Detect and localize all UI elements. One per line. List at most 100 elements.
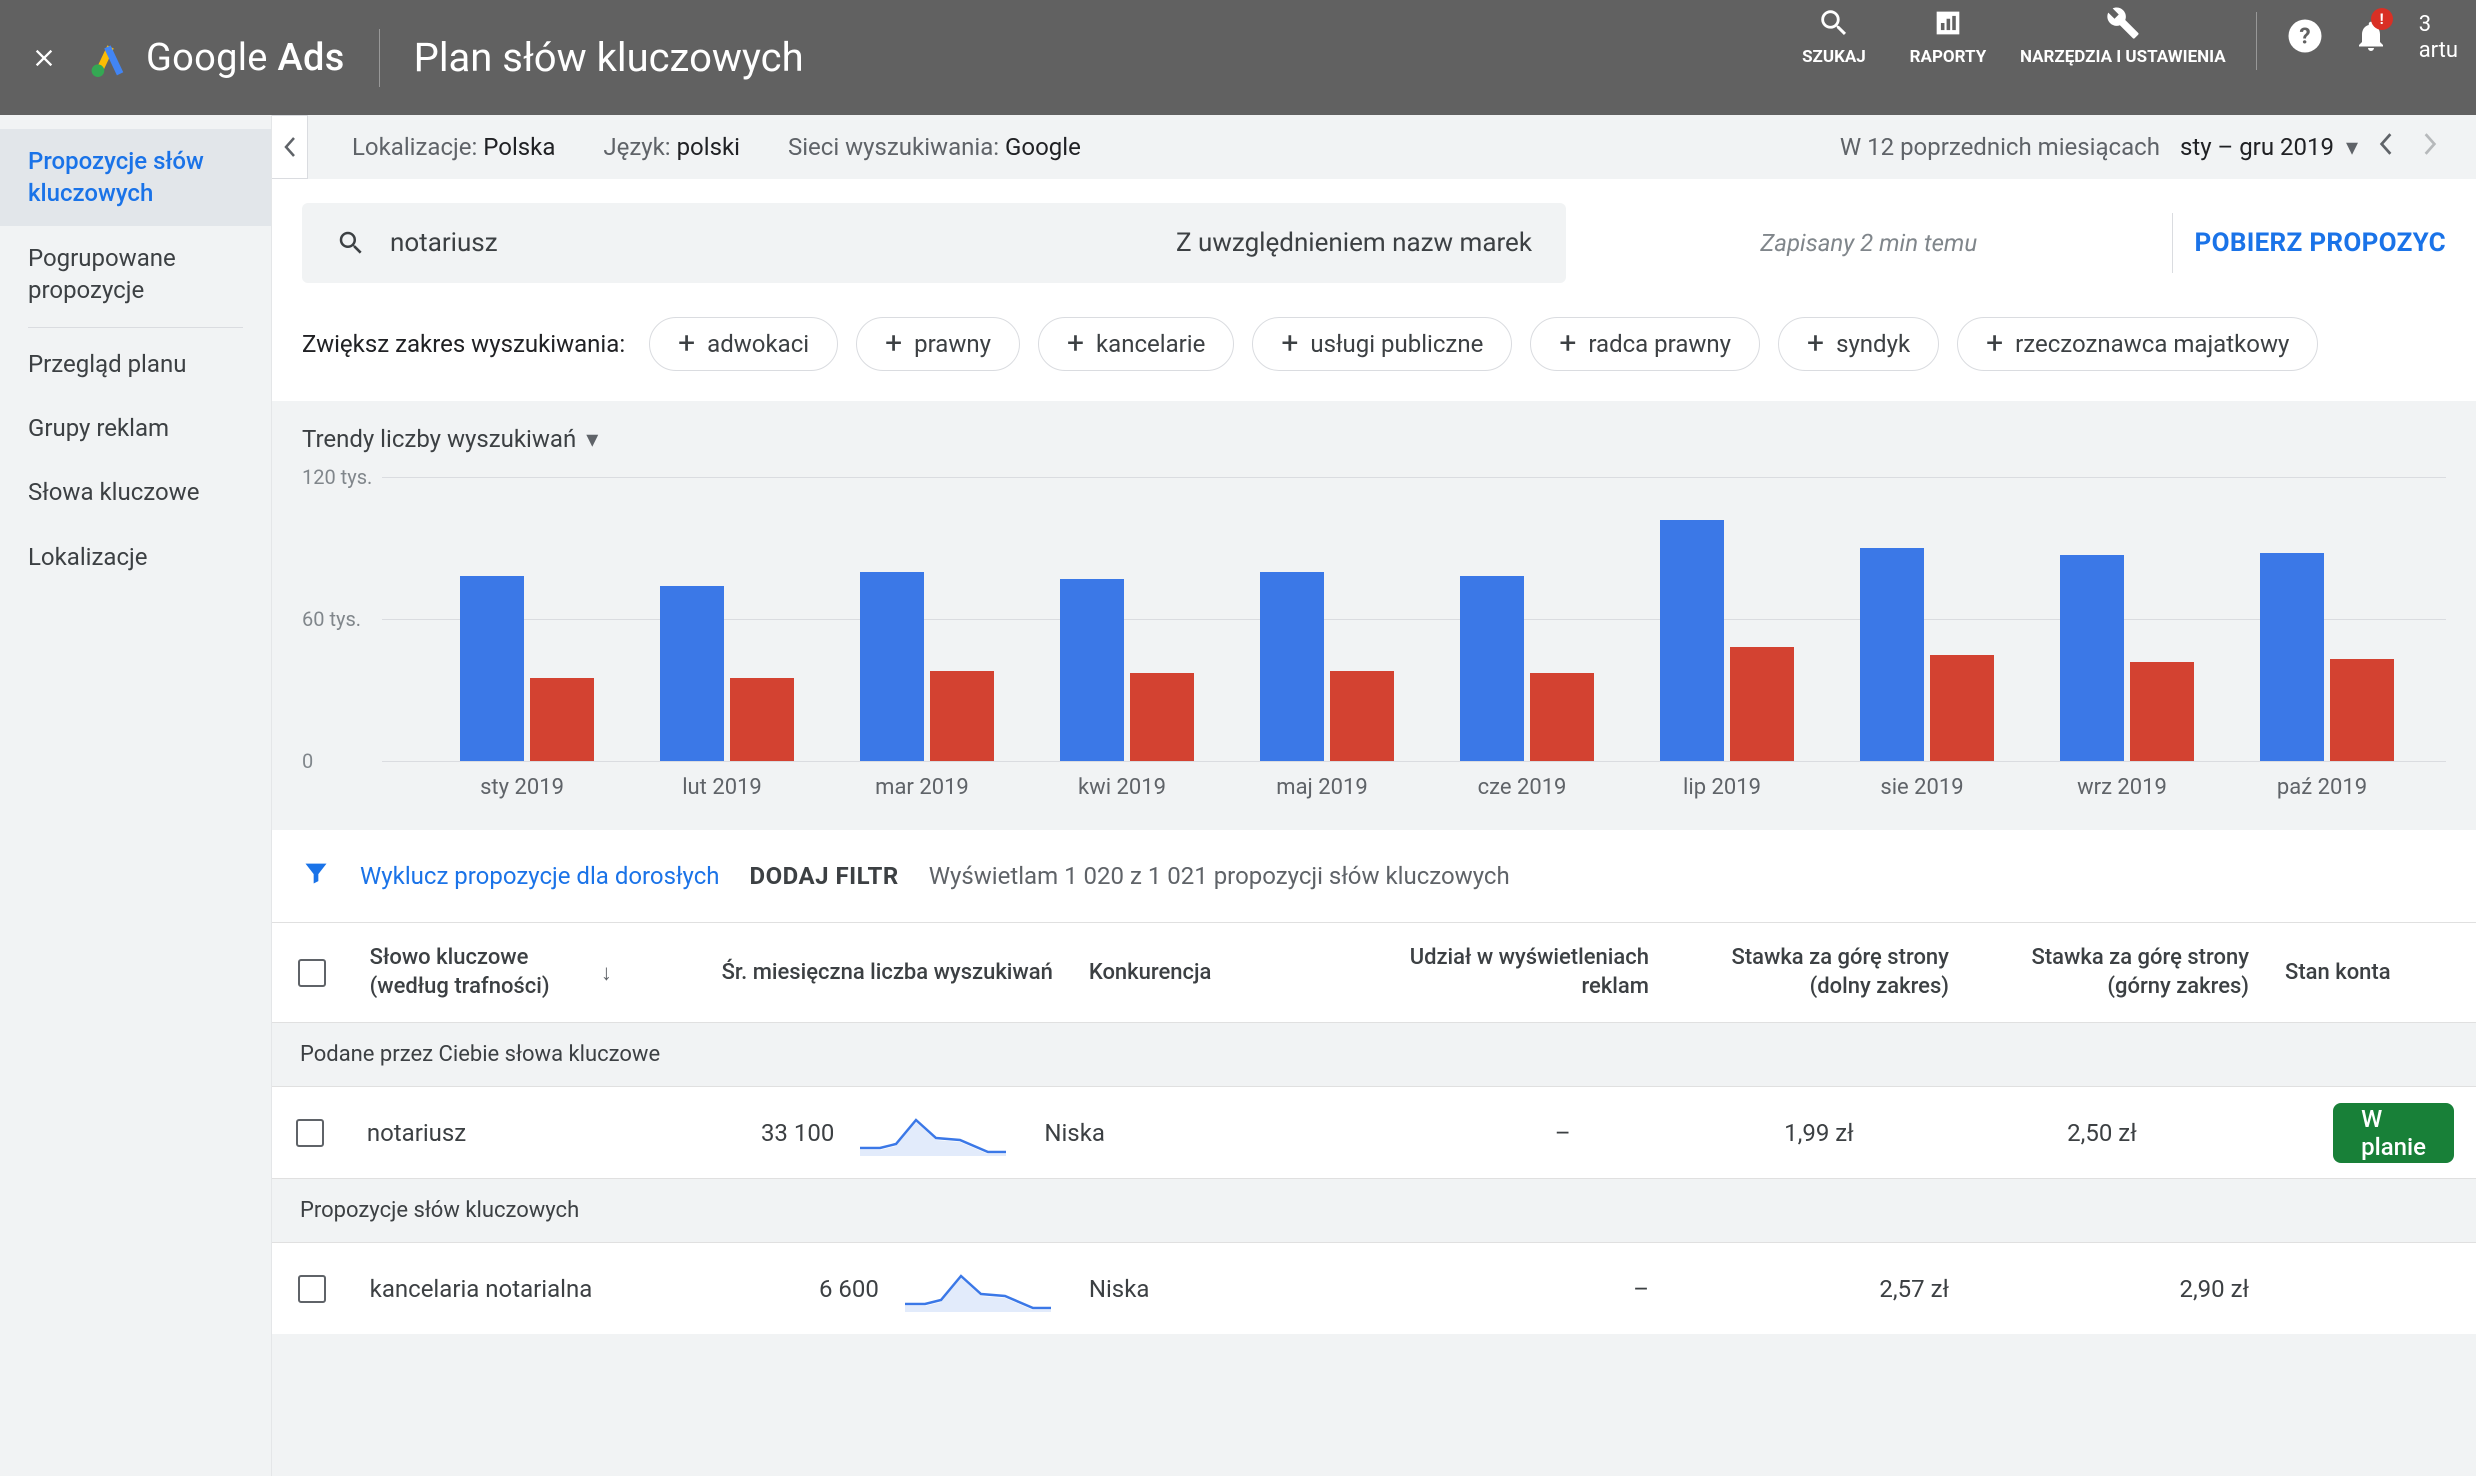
google-ads-logo-icon (90, 39, 128, 77)
col-bid-low[interactable]: Stawka za górę strony(dolny zakres) (1667, 944, 1967, 1001)
chart-month (2222, 477, 2422, 761)
plus-icon: + (1807, 329, 1824, 359)
broaden-chip[interactable]: +prawny (856, 317, 1020, 371)
vbar (2172, 213, 2173, 273)
x-tick: lut 2019 (622, 761, 822, 800)
broaden-search-row: Zwiększ zakres wyszukiwania: +adwokaci+p… (272, 283, 2476, 371)
chevron-down-icon: ▾ (2346, 133, 2358, 161)
exclude-adult-filter[interactable]: Wyklucz propozycje dla dorosłych (360, 862, 719, 890)
content-area: Lokalizacje: Polska Język: polski Sieci … (272, 115, 2476, 1476)
select-all-checkbox[interactable] (298, 959, 326, 987)
chevron-down-icon: ▾ (586, 425, 598, 453)
plus-icon: + (1067, 329, 1084, 359)
wrench-icon (2106, 6, 2140, 40)
x-tick: mar 2019 (822, 761, 1022, 800)
col-account-status[interactable]: Stan konta (2267, 960, 2436, 985)
col-bid-high[interactable]: Stawka za górę strony(górny zakres) (1967, 944, 2267, 1001)
header-tools: SZUKAJ RAPORTY NARZĘDZIA I USTAWIENIA ? … (1792, 6, 2458, 70)
cell-keyword: kancelaria notarialna (352, 1275, 630, 1303)
network-setting[interactable]: Sieci wyszukiwania: Google (788, 133, 1081, 161)
broaden-chip[interactable]: +kancelarie (1038, 317, 1234, 371)
help-icon: ? (2287, 18, 2323, 54)
sidebar-item-plan-overview[interactable]: Przegląd planu (0, 332, 271, 396)
broaden-chip[interactable]: +radca prawny (1530, 317, 1760, 371)
x-tick: paź 2019 (2222, 761, 2422, 800)
date-next-button[interactable] (2414, 132, 2446, 162)
col-avg-searches[interactable]: Śr. miesięczna liczba wyszukiwań (630, 960, 1071, 985)
chart-block: Trendy liczby wyszukiwań ▾ 120 tys. 60 t… (272, 401, 2476, 830)
location-setting[interactable]: Lokalizacje: Polska (352, 133, 555, 161)
col-ad-impression-share[interactable]: Udział w wyświetleniachreklam (1367, 944, 1667, 1001)
cell-bid-low: 2,57 zł (1667, 1275, 1967, 1303)
help-button[interactable]: ? (2287, 6, 2323, 66)
tool-settings[interactable]: NARZĘDZIA I USTAWIENIA (2020, 6, 2226, 68)
sidebar-item-locations[interactable]: Lokalizacje (0, 525, 271, 589)
add-filter-button[interactable]: DODAJ FILTR (749, 862, 898, 890)
chart-bar-mobile (1930, 655, 1994, 762)
plus-icon: + (1559, 329, 1576, 359)
cell-bid-low: 1,99 zł (1589, 1119, 1872, 1147)
broaden-chip[interactable]: +rzeczoznawca majatkowy (1957, 317, 2318, 371)
date-range-picker[interactable]: W 12 poprzednich miesiącach sty – gru 20… (1840, 132, 2446, 162)
row-checkbox[interactable] (298, 1275, 326, 1303)
collapse-sidebar-button[interactable] (272, 115, 308, 179)
y-tick: 60 tys. (302, 607, 361, 631)
chart-bar-total (1460, 576, 1524, 761)
chart-bar-total (2060, 555, 2124, 761)
keyword-search-box[interactable]: notariusz Z uwzględnieniem nazw marek (302, 203, 1566, 283)
search-icon (336, 228, 366, 258)
broaden-chip[interactable]: +syndyk (1778, 317, 1939, 371)
x-tick: sie 2019 (1822, 761, 2022, 800)
app-header: Google Ads Plan słów kluczowych SZUKAJ R… (0, 0, 2476, 115)
sparkline-icon (858, 1110, 1008, 1156)
chart-area: 120 tys. 60 tys. 0 sty 2019lut 2019mar 2… (302, 477, 2446, 800)
download-ideas-button[interactable]: POBIERZ PROPOZYC (2195, 228, 2446, 258)
in-plan-badge[interactable]: W planie (2333, 1103, 2454, 1163)
tool-reports[interactable]: RAPORTY (1906, 6, 1990, 68)
y-tick: 0 (302, 749, 313, 773)
sidebar-item-grouped-ideas[interactable]: Pogrupowane propozycje (0, 226, 271, 323)
chart-month (822, 477, 1022, 761)
saved-status: Zapisany 2 min temu (1588, 229, 2150, 257)
col-keyword[interactable]: Słowo kluczowe(według trafności) ↓ (352, 944, 630, 1001)
chart-month (1222, 477, 1422, 761)
broaden-chip[interactable]: +usługi publiczne (1252, 317, 1512, 371)
brand-block: Google Ads (90, 36, 345, 80)
chart-month (1822, 477, 2022, 761)
y-tick: 120 tys. (302, 465, 372, 489)
x-tick: lip 2019 (1622, 761, 1822, 800)
svg-text:?: ? (2299, 24, 2310, 50)
header-divider (379, 29, 380, 87)
cell-competition: Niska (1071, 1275, 1367, 1303)
settings-bar: Lokalizacje: Polska Język: polski Sieci … (272, 115, 2476, 179)
col-competition[interactable]: Konkurencja (1071, 960, 1367, 985)
sidebar-item-keyword-ideas[interactable]: Propozycje słów kluczowych (0, 129, 271, 226)
close-button[interactable] (28, 42, 60, 74)
table-row: kancelaria notarialna6 600Niska–2,57 zł2… (272, 1242, 2476, 1334)
chart-bar-total (660, 586, 724, 761)
tool-search[interactable]: SZUKAJ (1792, 6, 1876, 68)
search-block: notariusz Z uwzględnieniem nazw marek Za… (272, 179, 2476, 401)
filter-icon[interactable] (302, 859, 330, 893)
chart-month (1422, 477, 1622, 761)
cell-bid-high: 2,50 zł (1872, 1119, 2155, 1147)
keyword-ideas-table: Słowo kluczowe(według trafności) ↓ Śr. m… (272, 922, 2476, 1334)
x-tick: cze 2019 (1422, 761, 1622, 800)
section-keyword-ideas: Propozycje słów kluczowych (272, 1178, 2476, 1242)
sidebar-item-keywords[interactable]: Słowa kluczowe (0, 460, 271, 524)
date-prev-button[interactable] (2370, 132, 2402, 162)
language-setting[interactable]: Język: polski (603, 133, 740, 161)
chart-bar-mobile (730, 678, 794, 761)
chart-metric-selector[interactable]: Trendy liczby wyszukiwań ▾ (302, 425, 2446, 453)
notifications-button[interactable]: ! (2353, 6, 2389, 66)
plus-icon: + (1281, 329, 1298, 359)
broaden-chip[interactable]: +adwokaci (649, 317, 838, 371)
sidebar-item-ad-groups[interactable]: Grupy reklam (0, 396, 271, 460)
brands-toggle[interactable]: Z uwzględnieniem nazw marek (1176, 228, 1532, 258)
x-tick: kwi 2019 (1022, 761, 1222, 800)
row-checkbox[interactable] (296, 1119, 324, 1147)
search-icon (1817, 6, 1851, 40)
account-info[interactable]: 3 artu (2419, 6, 2458, 65)
search-query-text: notariusz (390, 228, 498, 258)
chart-bar-total (460, 576, 524, 761)
